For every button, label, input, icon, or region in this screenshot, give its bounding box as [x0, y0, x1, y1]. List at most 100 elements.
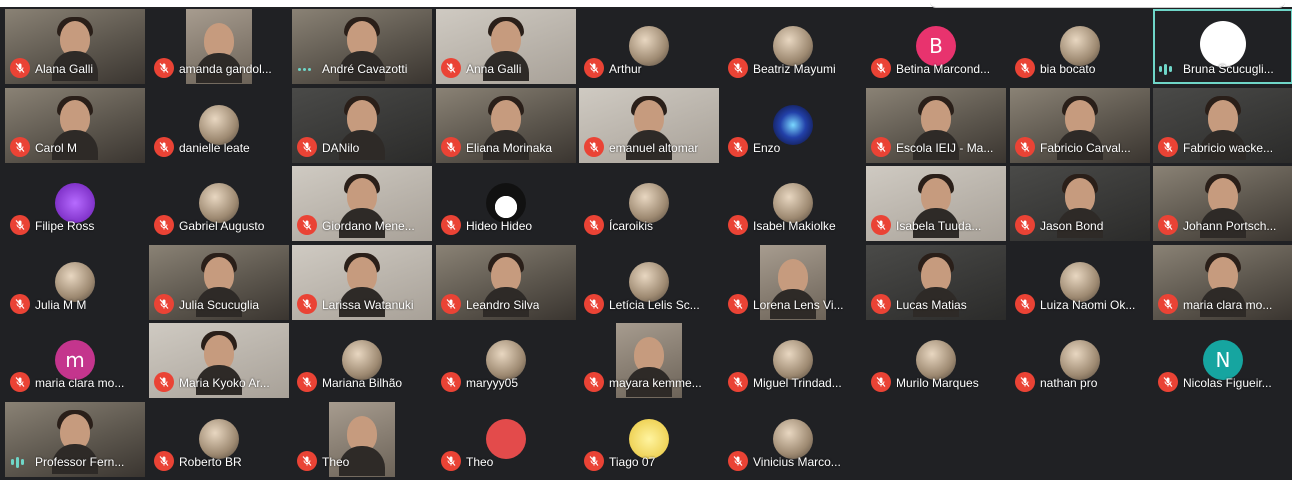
participant-tile[interactable]: Professor Fern...: [5, 402, 145, 477]
participant-tile[interactable]: nathan pro: [1010, 323, 1150, 398]
muted-mic-icon: [1158, 294, 1178, 314]
participant-tile[interactable]: Mariana Bilhão: [292, 323, 432, 398]
participant-name: Fabricio Carval...: [1040, 141, 1131, 155]
participant-name: danielle leate: [179, 141, 250, 155]
participant-tile[interactable]: Luiza Naomi Ok...: [1010, 245, 1150, 320]
participant-name: Hideo Hideo: [466, 219, 533, 233]
participant-tile[interactable]: DANilo: [292, 88, 432, 163]
participant-name: Tiago 07: [609, 455, 656, 469]
participant-name: Carol M: [35, 141, 78, 155]
participant-tile[interactable]: Leandro Silva: [436, 245, 576, 320]
participant-name: Beatriz Mayumi: [753, 62, 836, 76]
participant-tile[interactable]: Filipe Ross: [5, 166, 145, 241]
participant-tile[interactable]: Julia Scucuglia: [149, 245, 289, 320]
participant-tile[interactable]: Fabricio Carval...: [1010, 88, 1150, 163]
participant-name: DANilo: [322, 141, 360, 155]
muted-mic-icon: [154, 451, 174, 471]
participant-name: Lucas Matias: [896, 298, 967, 312]
participant-tile[interactable]: Lucas Matias: [866, 245, 1006, 320]
participant-tile[interactable]: Bruna Scucugli...: [1153, 9, 1292, 84]
participant-name: Mariana Bilhão: [322, 376, 403, 390]
participant-tile[interactable]: Giordano Mene...: [292, 166, 432, 241]
participant-silhouette: [1200, 100, 1246, 160]
participant-tile[interactable]: amanda gandol...: [149, 9, 289, 84]
participant-name: Roberto BR: [179, 455, 242, 469]
participant-tile[interactable]: danielle leate: [149, 88, 289, 163]
muted-mic-icon: [1015, 372, 1035, 392]
purple-alien-avatar-icon: [55, 183, 95, 223]
participant-tile[interactable]: m maria clara mo...: [5, 323, 145, 398]
participant-tile[interactable]: Escola IEIJ - Ma...: [866, 88, 1006, 163]
participant-tile[interactable]: Theo: [436, 402, 576, 477]
anime-avatar-icon: [629, 183, 669, 223]
participant-tile[interactable]: Letícia Lelis Sc...: [579, 245, 719, 320]
participant-name: Theo: [466, 455, 494, 469]
participant-tile[interactable]: Vinicius Marco...: [723, 402, 863, 477]
participant-name: Arthur: [609, 62, 642, 76]
participant-tile[interactable]: maryyy05: [436, 323, 576, 398]
participant-tile[interactable]: Isabel Makiolke: [723, 166, 863, 241]
participant-tile[interactable]: Julia M M: [5, 245, 145, 320]
participant-silhouette: [483, 100, 529, 160]
participant-silhouette: [339, 416, 385, 476]
participant-tile[interactable]: emanuel altomar: [579, 88, 719, 163]
participant-tile[interactable]: Enzo: [723, 88, 863, 163]
participant-tile[interactable]: Isabela Tuuda...: [866, 166, 1006, 241]
participant-tile[interactable]: Fabricio wacke...: [1153, 88, 1292, 163]
participant-tile[interactable]: Jason Bond: [1010, 166, 1150, 241]
participant-name: Isabela Tuuda...: [896, 219, 982, 233]
participant-silhouette: [770, 259, 816, 319]
participant-tile[interactable]: Larissa Watanuki: [292, 245, 432, 320]
participant-silhouette: [626, 100, 672, 160]
participant-silhouette: [196, 257, 242, 317]
muted-mic-icon: [441, 451, 461, 471]
muted-mic-icon: [1015, 294, 1035, 314]
muted-mic-icon: [1015, 58, 1035, 78]
letter-avatar: B: [916, 26, 956, 66]
muted-mic-icon: [154, 372, 174, 392]
participant-tile[interactable]: Lorena Lens Vi...: [723, 245, 863, 320]
participant-silhouette: [913, 257, 959, 317]
participant-name: maria clara mo...: [1183, 298, 1273, 312]
participant-tile[interactable]: Arthur: [579, 9, 719, 84]
participant-silhouette: [339, 100, 385, 160]
art-avatar-icon: [1060, 26, 1100, 66]
participant-tile[interactable]: Anna Galli: [436, 9, 576, 84]
participant-tile[interactable]: Miguel Trindad...: [723, 323, 863, 398]
galaxy-avatar-icon: [773, 105, 813, 145]
participant-tile[interactable]: B Betina Marcond...: [866, 9, 1006, 84]
participant-name: Julia M M: [35, 298, 87, 312]
participant-tile[interactable]: N Nicolas Figueir...: [1153, 323, 1292, 398]
participant-tile[interactable]: Roberto BR: [149, 402, 289, 477]
participant-tile[interactable]: Maria Kyoko Ar...: [149, 323, 289, 398]
participant-tile[interactable]: Johann Portsch...: [1153, 166, 1292, 241]
participant-silhouette: [52, 414, 98, 474]
participant-tile[interactable]: Eliana Morinaka: [436, 88, 576, 163]
participant-tile[interactable]: bia bocato: [1010, 9, 1150, 84]
participant-name: emanuel altomar: [609, 141, 699, 155]
participant-name: Fabricio wacke...: [1183, 141, 1274, 155]
participant-silhouette: [196, 23, 242, 83]
participant-tile[interactable]: Ícaroikis: [579, 166, 719, 241]
participant-name: Escola IEIJ - Ma...: [896, 141, 994, 155]
participant-tile[interactable]: Alana Galli: [5, 9, 145, 84]
participant-tile[interactable]: Tiago 07: [579, 402, 719, 477]
cat-avatar-icon: [199, 419, 239, 459]
speaking-indicator-icon: [1159, 63, 1175, 75]
participant-grid: Alana Galli amanda gandol... André Cavazot…: [0, 0, 1292, 480]
muted-mic-icon: [1158, 137, 1178, 157]
participant-tile[interactable]: Murilo Marques: [866, 323, 1006, 398]
participant-tile[interactable]: Gabriel Augusto: [149, 166, 289, 241]
participant-name: Johann Portsch...: [1183, 219, 1277, 233]
participant-name: bia bocato: [1040, 62, 1096, 76]
participant-tile[interactable]: André Cavazotti: [292, 9, 432, 84]
muted-mic-icon: [728, 58, 748, 78]
ninja-avatar-icon: [916, 340, 956, 380]
participant-tile[interactable]: Hideo Hideo: [436, 166, 576, 241]
participant-tile[interactable]: maria clara mo...: [1153, 245, 1292, 320]
participant-tile[interactable]: mayara kemme...: [579, 323, 719, 398]
participant-tile[interactable]: Theo: [292, 402, 432, 477]
muted-mic-icon: [584, 372, 604, 392]
participant-tile[interactable]: Beatriz Mayumi: [723, 9, 863, 84]
participant-tile[interactable]: Carol M: [5, 88, 145, 163]
